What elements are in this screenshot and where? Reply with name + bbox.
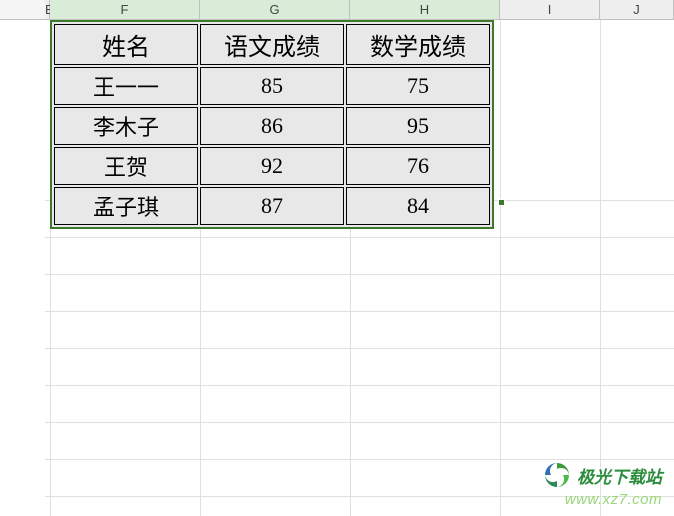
column-headers: E F G H I J: [0, 0, 674, 20]
swirl-icon: [541, 459, 573, 491]
selection-fill-handle[interactable]: [498, 199, 505, 206]
cell-name[interactable]: 李木子: [54, 107, 198, 145]
spreadsheet[interactable]: E F G H I J 姓名 语文成绩 数学成绩 王一一 85 75: [0, 0, 674, 516]
cell-math[interactable]: 75: [346, 67, 490, 105]
col-header-J[interactable]: J: [600, 0, 674, 19]
cell-name[interactable]: 王一一: [54, 67, 198, 105]
table-row: 孟子琪 87 84: [54, 187, 490, 225]
table-header-row: 姓名 语文成绩 数学成绩: [54, 24, 490, 65]
data-table[interactable]: 姓名 语文成绩 数学成绩 王一一 85 75 李木子 86 95 王贺 92 7…: [50, 20, 494, 229]
cell-chinese[interactable]: 86: [200, 107, 344, 145]
table-row: 王贺 92 76: [54, 147, 490, 185]
cell-math[interactable]: 84: [346, 187, 490, 225]
header-math[interactable]: 数学成绩: [346, 24, 490, 65]
cell-math[interactable]: 76: [346, 147, 490, 185]
cell-chinese[interactable]: 87: [200, 187, 344, 225]
col-header-I[interactable]: I: [500, 0, 600, 19]
cell-chinese[interactable]: 92: [200, 147, 344, 185]
table-row: 王一一 85 75: [54, 67, 490, 105]
header-name[interactable]: 姓名: [54, 24, 198, 65]
col-header-H[interactable]: H: [350, 0, 500, 19]
watermark-title: 极光下载站: [577, 463, 662, 488]
cell-chinese[interactable]: 85: [200, 67, 344, 105]
watermark: 极光下载站 www.xz7.com: [541, 459, 662, 508]
header-chinese[interactable]: 语文成绩: [200, 24, 344, 65]
table-row: 李木子 86 95: [54, 107, 490, 145]
col-header-G[interactable]: G: [200, 0, 350, 19]
cell-name[interactable]: 孟子琪: [54, 187, 198, 225]
cell-name[interactable]: 王贺: [54, 147, 198, 185]
cell-math[interactable]: 95: [346, 107, 490, 145]
col-header-F[interactable]: F: [50, 0, 200, 19]
watermark-url: www.xz7.com: [541, 491, 662, 508]
